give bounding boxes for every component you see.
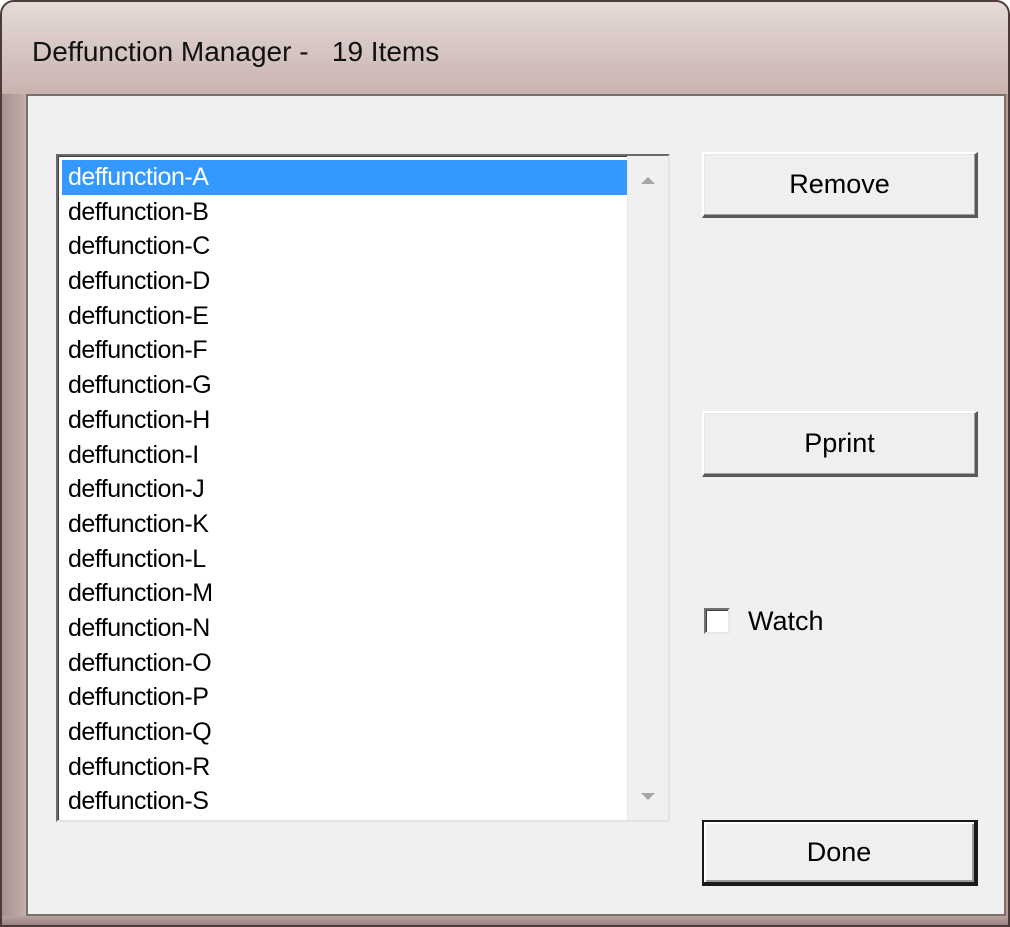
scroll-down-button[interactable] <box>628 776 668 816</box>
window-frame-bottom <box>2 916 1008 925</box>
title-bar[interactable]: Deffunction Manager - 19 Items <box>2 2 1008 94</box>
dialog-client-area: deffunction-A deffunction-B deffunction-C d… <box>26 94 1006 916</box>
remove-button[interactable]: Remove <box>702 152 978 218</box>
list-item[interactable]: deffunction-E <box>62 299 628 334</box>
list-item[interactable]: deffunction-D <box>62 264 628 299</box>
scroll-up-button[interactable] <box>628 160 668 200</box>
list-item[interactable]: deffunction-B <box>62 195 628 230</box>
vertical-scrollbar[interactable] <box>627 156 668 820</box>
window-title: Deffunction Manager - 19 Items <box>32 36 440 67</box>
list-item[interactable]: deffunction-O <box>62 646 628 681</box>
list-item[interactable]: deffunction-J <box>62 472 628 507</box>
deffunction-manager-window: Deffunction Manager - 19 Items deffuncti… <box>0 0 1010 927</box>
list-item[interactable]: deffunction-S <box>62 784 628 819</box>
list-item[interactable]: deffunction-K <box>62 507 628 542</box>
deffunction-list: deffunction-A deffunction-B deffunction-C d… <box>62 160 628 819</box>
list-item[interactable]: deffunction-M <box>62 576 628 611</box>
list-item[interactable]: deffunction-Q <box>62 715 628 750</box>
list-item[interactable]: deffunction-R <box>62 750 628 785</box>
deffunction-listbox[interactable]: deffunction-A deffunction-B deffunction-C d… <box>56 154 670 822</box>
list-item[interactable]: deffunction-I <box>62 438 628 473</box>
watch-checkbox-row[interactable]: Watch <box>704 601 824 641</box>
list-item[interactable]: deffunction-N <box>62 611 628 646</box>
watch-checkbox[interactable] <box>704 608 730 634</box>
list-item[interactable]: deffunction-F <box>62 333 628 368</box>
list-item[interactable]: deffunction-G <box>62 368 628 403</box>
list-item[interactable]: deffunction-H <box>62 403 628 438</box>
pprint-button[interactable]: Pprint <box>702 411 978 477</box>
window-frame-left <box>2 94 26 925</box>
chevron-up-icon <box>641 176 655 184</box>
list-item[interactable]: deffunction-L <box>62 542 628 577</box>
list-item[interactable]: deffunction-P <box>62 680 628 715</box>
done-button[interactable]: Done <box>702 820 978 886</box>
watch-label[interactable]: Watch <box>748 606 824 637</box>
list-item[interactable]: deffunction-C <box>62 229 628 264</box>
chevron-down-icon <box>641 792 655 800</box>
list-item[interactable]: deffunction-A <box>62 160 628 195</box>
